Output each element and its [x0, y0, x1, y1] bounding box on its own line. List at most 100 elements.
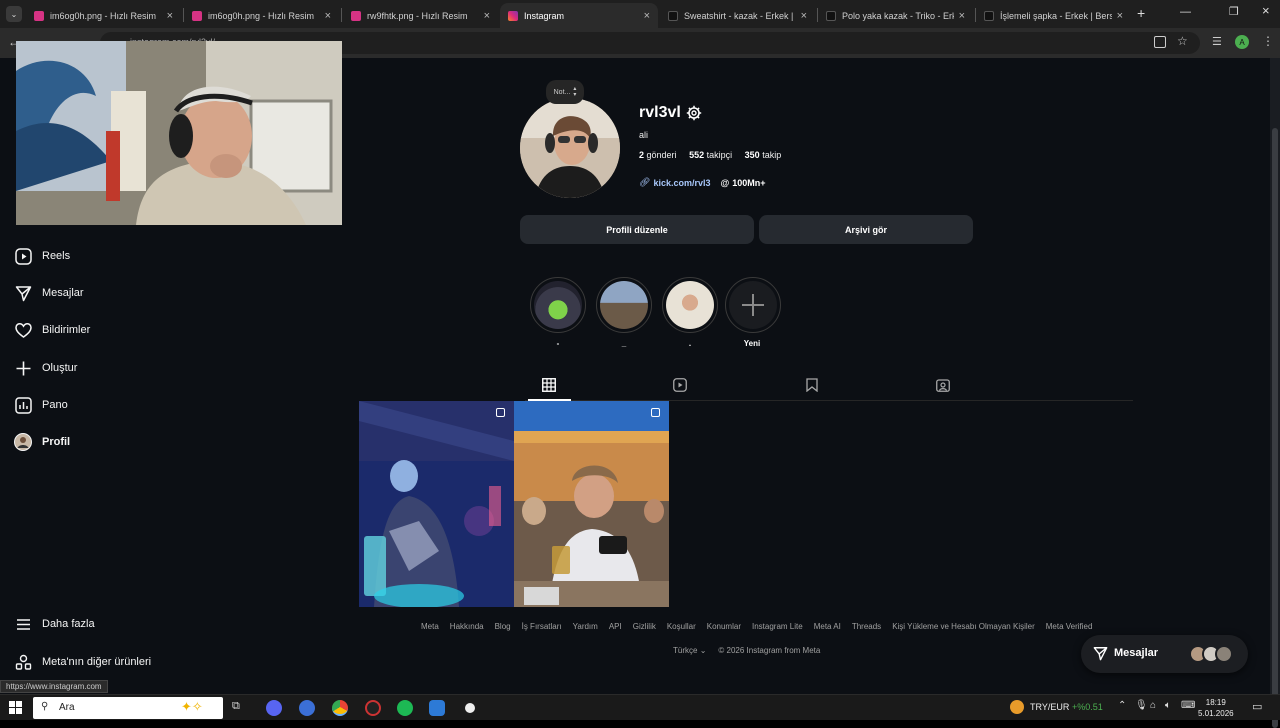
bershka-icon — [984, 10, 994, 21]
close-icon[interactable]: × — [1117, 10, 1123, 22]
browser-tab[interactable]: rw9fhtk.png - Hızlı Resim × — [343, 3, 498, 28]
browser-tab[interactable]: im6og0h.png - Hızlı Resim × — [184, 3, 339, 28]
search-placeholder: Ara — [59, 702, 75, 713]
highlight-label: _ — [621, 339, 627, 348]
footer-link[interactable]: Kişi Yükleme ve Hesabı Olmayan Kişiler — [892, 622, 1035, 631]
post-thumbnail[interactable] — [514, 401, 669, 607]
sidebar-item-profile[interactable]: Profil — [14, 428, 70, 456]
browser-tab-active[interactable]: Instagram × — [500, 3, 658, 28]
discord-icon[interactable] — [266, 700, 282, 716]
close-icon[interactable]: × — [484, 10, 490, 22]
tab-tagged-icon[interactable] — [936, 378, 950, 397]
tab-title: Polo yaka kazak - Triko - Erkek — [842, 10, 954, 21]
bookmark-star-icon[interactable]: ☆ — [1177, 34, 1188, 48]
sidebar-item-messages[interactable]: Mesajlar — [14, 279, 84, 307]
new-highlight-button[interactable] — [725, 277, 781, 333]
heart-icon — [14, 321, 32, 339]
restore-button[interactable]: ❐ — [1229, 5, 1239, 18]
footer-link[interactable]: Meta AI — [814, 622, 841, 631]
tab-search-button[interactable]: ⌄ — [6, 6, 22, 22]
following-stat[interactable]: 350 takip — [745, 150, 782, 160]
scrollbar-thumb[interactable] — [1272, 128, 1278, 728]
settings-gear-icon[interactable] — [686, 105, 702, 126]
browser-tab[interactable]: Polo yaka kazak - Triko - Erkek × — [818, 3, 973, 28]
network-icon[interactable]: ⌂ — [1150, 700, 1156, 711]
browser-tab[interactable]: İşlemeli şapka - Erkek | Bershka × — [976, 3, 1131, 28]
external-link[interactable]: kick.com/rvl3 — [653, 178, 710, 188]
sidebar-meta-products-button[interactable]: Meta'nın diğer ürünleri — [14, 648, 151, 676]
menu-icon[interactable]: ⋮ — [1262, 34, 1274, 48]
taskbar-clock[interactable]: 18:19 5.01.2026 — [1198, 697, 1234, 719]
send-icon — [1093, 646, 1108, 666]
tab-title: İşlemeli şapka - Erkek | Bershka — [1000, 10, 1112, 21]
note-bubble[interactable]: Not... ▴ ▾ — [546, 80, 584, 104]
footer-link[interactable]: Blog — [495, 622, 511, 631]
install-app-icon[interactable] — [1154, 36, 1166, 48]
close-icon[interactable]: × — [959, 10, 965, 22]
task-view-icon[interactable]: ⧉ — [232, 700, 248, 716]
tab-saved-bookmark-icon[interactable] — [806, 378, 818, 397]
threads-badge[interactable]: 100Mn+ — [732, 178, 765, 188]
windows-start-icon[interactable] — [9, 701, 22, 719]
footer-link[interactable]: Konumlar — [707, 622, 741, 631]
app-icon[interactable] — [429, 700, 445, 716]
story-highlight[interactable] — [596, 277, 652, 333]
close-icon[interactable]: × — [325, 10, 331, 22]
footer-link[interactable]: API — [609, 622, 622, 631]
chrome-icon[interactable] — [332, 700, 348, 716]
obs-icon[interactable] — [462, 700, 478, 716]
close-window-button[interactable]: × — [1262, 3, 1270, 18]
footer-link[interactable]: Koşullar — [667, 622, 696, 631]
notification-icon[interactable]: ▭ — [1252, 700, 1262, 713]
sidebar-more-button[interactable]: Daha fazla — [14, 610, 95, 638]
language-select[interactable]: Türkçe ⌄ — [673, 646, 706, 655]
browser-tab[interactable]: Sweatshirt - kazak - Erkek | Bers × — [660, 3, 815, 28]
sidebar-item-create[interactable]: Oluştur — [14, 354, 77, 382]
threads-icon: @ — [720, 177, 730, 188]
footer-link[interactable]: Gizlilik — [633, 622, 656, 631]
story-highlight[interactable] — [530, 277, 586, 333]
microphone-icon[interactable]: 🎙︎ — [1135, 700, 1148, 711]
footer-link[interactable]: Meta — [421, 622, 439, 631]
footer-link[interactable]: Yardım — [573, 622, 598, 631]
messages-pill[interactable]: Mesajlar — [1081, 635, 1248, 673]
footer-link[interactable]: Meta Verified — [1046, 622, 1093, 631]
profile-avatar-button[interactable]: A — [1235, 35, 1249, 49]
tab-title: im6og0h.png - Hızlı Resim — [50, 10, 157, 21]
tab-groups-icon[interactable]: ☰ — [1212, 35, 1222, 48]
browser-tab[interactable]: im6og0h.png - Hızlı Resim × — [26, 3, 181, 28]
app-icon[interactable] — [365, 700, 381, 716]
post-thumbnail[interactable] — [359, 401, 514, 607]
keyboard-icon[interactable]: ⌨ — [1181, 700, 1195, 711]
edit-profile-button[interactable]: Profili düzenle — [520, 215, 754, 244]
sidebar-item-notifications[interactable]: Bildirimler — [14, 316, 90, 344]
volume-icon[interactable]: 🔈︎ — [1165, 700, 1171, 711]
chevron-up-icon[interactable]: ⌃ — [1118, 700, 1126, 711]
profile-avatar[interactable] — [520, 98, 620, 198]
tab-posts-grid-icon[interactable] — [542, 378, 556, 397]
footer-link[interactable]: Threads — [852, 622, 881, 631]
sidebar-item-dashboard[interactable]: Pano — [14, 391, 68, 419]
minimize-button[interactable]: — — [1180, 6, 1191, 18]
sidebar-item-label: Reels — [42, 250, 71, 262]
new-tab-button[interactable]: + — [1137, 5, 1145, 21]
footer-link[interactable]: Instagram Lite — [752, 622, 803, 631]
close-icon[interactable]: × — [644, 10, 650, 22]
spotify-icon[interactable] — [397, 700, 413, 716]
tab-reels-icon[interactable] — [673, 378, 687, 397]
sidebar-item-reels[interactable]: Reels — [14, 242, 70, 270]
story-highlight[interactable] — [662, 277, 718, 333]
tab-title: rw9fhtk.png - Hızlı Resim — [367, 10, 468, 21]
currency-pair[interactable]: TRY/EUR — [1030, 702, 1069, 712]
followers-stat[interactable]: 552 takipçi — [689, 150, 732, 160]
footer-link[interactable]: Hakkında — [450, 622, 484, 631]
scrollbar[interactable] — [1270, 58, 1280, 728]
taskbar-search-input[interactable]: ⚲ Ara ✦✧ — [33, 697, 223, 719]
close-icon[interactable]: × — [801, 10, 807, 22]
footer-link[interactable]: İş Fırsatları — [522, 622, 562, 631]
app-icon[interactable] — [299, 700, 315, 716]
view-archive-button[interactable]: Arşivi gör — [759, 215, 973, 244]
sidebar-item-label: Daha fazla — [42, 618, 95, 630]
close-icon[interactable]: × — [167, 10, 173, 22]
chevron-down-icon: ⌄ — [699, 646, 707, 655]
